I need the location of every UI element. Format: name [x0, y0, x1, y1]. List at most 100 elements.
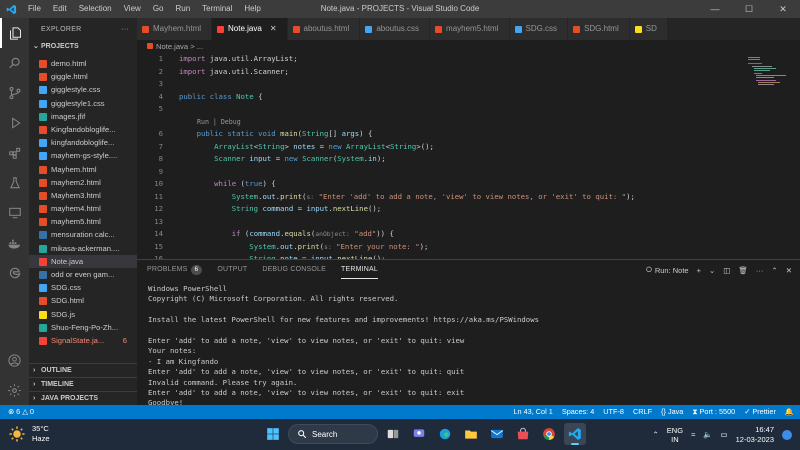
terminal-output[interactable]: Windows PowerShell Copyright (C) Microsof…: [137, 280, 800, 409]
source-control-icon[interactable]: [0, 78, 29, 108]
code-line[interactable]: 9: [137, 166, 800, 179]
minimize-button[interactable]: —: [698, 0, 732, 18]
code-line[interactable]: 11 System.out.print(s: "Enter 'add' to a…: [137, 191, 800, 204]
mail-icon[interactable]: [486, 423, 508, 445]
settings-gear-icon[interactable]: [0, 375, 29, 405]
notifications-bell-icon[interactable]: 🔔: [785, 405, 794, 419]
file-item[interactable]: Mayhem3.html: [29, 189, 137, 202]
code-line[interactable]: 10 while (true) {: [137, 178, 800, 191]
notification-icon[interactable]: [782, 429, 792, 440]
vscode-taskbar-icon[interactable]: [564, 423, 586, 445]
editor-tab[interactable]: aboutus.css: [360, 18, 431, 40]
edge-icon[interactable]: [434, 423, 456, 445]
run-debug-codelens[interactable]: Run | Debug: [197, 116, 241, 129]
code-line[interactable]: 7 ArrayList<String> notes = new ArrayLis…: [137, 141, 800, 154]
editor-tab[interactable]: aboutus.html: [287, 18, 361, 40]
code-line[interactable]: 15 System.out.print(s: "Enter your note:…: [137, 241, 800, 254]
split-terminal-icon[interactable]: ◫: [723, 266, 730, 275]
code-editor[interactable]: 1 import java.util.ArrayList; 2 import java…: [137, 53, 800, 259]
menu-file[interactable]: File: [22, 0, 47, 18]
section-outline[interactable]: › OUTLINE: [29, 363, 137, 377]
tab-output[interactable]: OUTPUT: [217, 260, 247, 280]
docker-icon[interactable]: [0, 228, 29, 258]
prettier-status[interactable]: ✓ Prettier: [744, 405, 776, 419]
input-language[interactable]: ENG IN: [667, 426, 683, 444]
volume-icon[interactable]: 🔈: [703, 430, 712, 439]
weather-widget[interactable]: 35°C Haze: [8, 424, 50, 444]
clock[interactable]: 16:47 12-03-2023: [736, 425, 774, 445]
file-item[interactable]: mayhem4.html: [29, 202, 137, 215]
chevron-up-icon[interactable]: ⌃: [771, 266, 777, 275]
code-line[interactable]: 12 String command = input.nextLine();: [137, 203, 800, 216]
battery-icon[interactable]: ▭: [721, 430, 728, 439]
file-item[interactable]: SDG.html: [29, 294, 137, 307]
close-button[interactable]: ✕: [766, 0, 800, 18]
cursor-position[interactable]: Ln 43, Col 1: [513, 405, 552, 419]
code-line[interactable]: 6 public static void main(String[] args)…: [137, 128, 800, 141]
more-actions-icon[interactable]: ···: [121, 18, 129, 42]
file-item[interactable]: giggle.html: [29, 70, 137, 83]
new-terminal-icon[interactable]: +: [697, 266, 701, 275]
menu-go[interactable]: Go: [147, 0, 170, 18]
indentation[interactable]: Spaces: 4: [562, 405, 594, 419]
code-line[interactable]: 14 if (command.equals(anObject: "add")) …: [137, 228, 800, 241]
start-button[interactable]: [262, 423, 284, 445]
file-item[interactable]: mayhem-gs-style....: [29, 149, 137, 162]
breadcrumb-rest[interactable]: > ...: [188, 42, 203, 51]
menu-edit[interactable]: Edit: [47, 0, 73, 18]
problems-status[interactable]: ⊗ 6 △ 0: [8, 405, 34, 419]
editor-tab[interactable]: SD: [629, 18, 668, 40]
account-icon[interactable]: [0, 345, 29, 375]
file-item[interactable]: gigglestyle1.css: [29, 97, 137, 110]
file-item[interactable]: mayhem5.html: [29, 215, 137, 228]
menu-terminal[interactable]: Terminal: [196, 0, 238, 18]
terminal-selector[interactable]: Run: Note: [645, 265, 689, 275]
chat-icon[interactable]: [408, 423, 430, 445]
testing-icon[interactable]: [0, 168, 29, 198]
menu-help[interactable]: Help: [238, 0, 266, 18]
more-actions-icon[interactable]: ···: [756, 266, 764, 275]
code-line[interactable]: 8 Scanner input = new Scanner(System.in)…: [137, 153, 800, 166]
breadcrumb-file[interactable]: Note.java: [156, 42, 188, 51]
wifi-icon[interactable]: ≈: [691, 430, 695, 439]
editor-tab[interactable]: SDG.css: [509, 18, 569, 40]
explorer-icon[interactable]: [0, 18, 29, 48]
close-tab-icon[interactable]: ✕: [270, 24, 277, 33]
search-icon[interactable]: [0, 48, 29, 78]
codelens[interactable]: Run | Debug: [137, 116, 800, 129]
encoding[interactable]: UTF-8: [603, 405, 624, 419]
section-timeline[interactable]: › TIMELINE: [29, 377, 137, 391]
edge-devtools-icon[interactable]: [0, 258, 29, 288]
code-line[interactable]: 4 public class Note {: [137, 91, 800, 104]
editor-tab[interactable]: Mayhem.html: [137, 18, 213, 40]
task-view-icon[interactable]: [382, 423, 404, 445]
menu-run[interactable]: Run: [169, 0, 196, 18]
file-item[interactable]: Kingfandobloglife...: [29, 123, 137, 136]
section-java-projects[interactable]: › JAVA PROJECTS: [29, 391, 137, 405]
file-item[interactable]: odd or even gam...: [29, 268, 137, 281]
tab-debug-console[interactable]: DEBUG CONSOLE: [262, 260, 326, 280]
menu-selection[interactable]: Selection: [73, 0, 118, 18]
code-line[interactable]: 13: [137, 216, 800, 229]
code-line[interactable]: 5: [137, 103, 800, 116]
file-item[interactable]: images.jfif: [29, 110, 137, 123]
store-icon[interactable]: [512, 423, 534, 445]
maximize-button[interactable]: ☐: [732, 0, 766, 18]
file-explorer-icon[interactable]: [460, 423, 482, 445]
live-server-port[interactable]: ⧗ Port : 5500: [692, 405, 735, 419]
file-item[interactable]: kingfandobloglife...: [29, 136, 137, 149]
code-line[interactable]: 1 import java.util.ArrayList;: [137, 53, 800, 66]
tab-terminal[interactable]: TERMINAL: [340, 261, 378, 279]
editor-tab[interactable]: Note.java ✕: [212, 18, 288, 40]
chevron-up-icon[interactable]: ⌃: [653, 430, 659, 439]
close-panel-icon[interactable]: ✕: [786, 266, 792, 275]
language-mode[interactable]: {} Java: [661, 405, 683, 419]
file-item[interactable]: SDG.js: [29, 308, 137, 321]
projects-section-header[interactable]: ⌄ PROJECTS: [29, 40, 137, 54]
end-of-line[interactable]: CRLF: [633, 405, 652, 419]
code-line[interactable]: 3: [137, 78, 800, 91]
file-item[interactable]: SDG.css: [29, 281, 137, 294]
taskbar-search[interactable]: Search: [288, 424, 378, 444]
editor-tab[interactable]: mayhem5.html: [430, 18, 510, 40]
remote-explorer-icon[interactable]: [0, 198, 29, 228]
